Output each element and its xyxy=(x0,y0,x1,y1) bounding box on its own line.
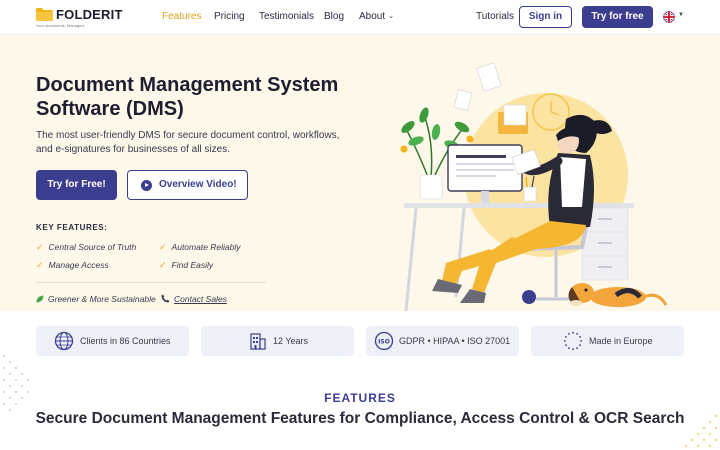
badge-label: GDPR • HIPAA • ISO 27001 xyxy=(399,336,511,346)
hero-subtitle: The most user-friendly DMS for secure do… xyxy=(36,130,340,155)
nav-link-about-label: About xyxy=(359,11,386,22)
nav-link-blog[interactable]: Blog xyxy=(324,11,344,22)
key-features-heading: KEY FEATURES: xyxy=(36,223,108,232)
greener-note: Greener & More Sustainable xyxy=(36,294,156,304)
checkmark-icon: ✓ xyxy=(36,242,44,252)
stats-badges: Clients in 86 Countries 12 Years ISO GDP… xyxy=(0,311,720,371)
hero-section: Document Management System Software (DMS… xyxy=(0,35,720,311)
leaf-icon xyxy=(36,295,44,303)
folderit-logo[interactable]: FOLDERIT Your documents. Managed. xyxy=(36,7,126,31)
feature-label: Automate Reliably xyxy=(171,242,241,252)
language-selector[interactable]: ▼ xyxy=(663,11,687,23)
divider xyxy=(36,282,266,283)
feature-label: Central Source of Truth xyxy=(48,242,137,252)
folder-logo-icon xyxy=(36,8,53,21)
feature-item: ✓ Find Easily xyxy=(159,260,213,271)
try-for-free-nav-button[interactable]: Try for free xyxy=(582,6,653,28)
feature-item: ✓ Central Source of Truth xyxy=(36,242,136,253)
overview-video-label: Overview Video! xyxy=(159,179,237,190)
greener-label: Greener & More Sustainable xyxy=(48,294,156,304)
sign-in-button[interactable]: Sign in xyxy=(519,6,572,28)
badge-countries: Clients in 86 Countries xyxy=(36,326,189,356)
contact-sales-label: Contact Sales xyxy=(174,294,227,304)
checkmark-icon: ✓ xyxy=(159,242,167,252)
uk-flag-icon xyxy=(663,11,675,23)
nav-link-features[interactable]: Features xyxy=(162,11,201,22)
top-navigation: FOLDERIT Your documents. Managed. Featur… xyxy=(0,0,720,35)
feature-label: Find Easily xyxy=(171,260,214,270)
try-for-free-hero-button[interactable]: Try for Free! xyxy=(36,170,117,200)
feature-item: ✓ Manage Access xyxy=(36,260,109,271)
checkmark-icon: ✓ xyxy=(36,260,44,270)
badge-label: 12 Years xyxy=(273,336,309,346)
phone-icon xyxy=(161,294,170,303)
nav-link-pricing[interactable]: Pricing xyxy=(214,11,245,22)
badge-europe: Made in Europe xyxy=(531,326,684,356)
badge-label: Clients in 86 Countries xyxy=(80,336,171,346)
play-icon xyxy=(141,180,152,191)
hero-illustration xyxy=(400,62,668,311)
checkmark-icon: ✓ xyxy=(159,260,167,270)
badge-years: 12 Years xyxy=(201,326,354,356)
feature-label: Manage Access xyxy=(48,260,109,270)
nav-link-tutorials[interactable]: Tutorials xyxy=(476,11,514,22)
logo-wordmark: FOLDERIT xyxy=(56,7,123,22)
overview-video-button[interactable]: Overview Video! xyxy=(127,170,248,200)
language-chevron-icon: ▼ xyxy=(678,12,684,18)
nav-link-about[interactable]: About ⌄ xyxy=(359,11,394,22)
features-title: Secure Document Management Features for … xyxy=(35,410,685,427)
contact-sales-link[interactable]: Contact Sales xyxy=(161,294,227,304)
badge-label: Made in Europe xyxy=(589,336,653,346)
eu-stars-icon xyxy=(563,331,583,351)
building-icon xyxy=(250,333,266,350)
features-kicker: FEATURES xyxy=(324,391,396,405)
nav-link-testimonials[interactable]: Testimonials xyxy=(259,11,314,22)
chevron-down-icon: ⌄ xyxy=(388,13,395,20)
feature-item: ✓ Automate Reliably xyxy=(159,242,241,253)
badge-compliance: ISO GDPR • HIPAA • ISO 27001 xyxy=(366,326,519,356)
svg-text:ISO: ISO xyxy=(378,339,390,346)
iso-icon: ISO xyxy=(374,331,394,351)
globe-icon xyxy=(54,331,74,351)
logo-tagline: Your documents. Managed. xyxy=(36,23,85,28)
decorative-dots xyxy=(684,414,718,448)
hero-title: Document Management System Software (DMS… xyxy=(36,74,339,120)
